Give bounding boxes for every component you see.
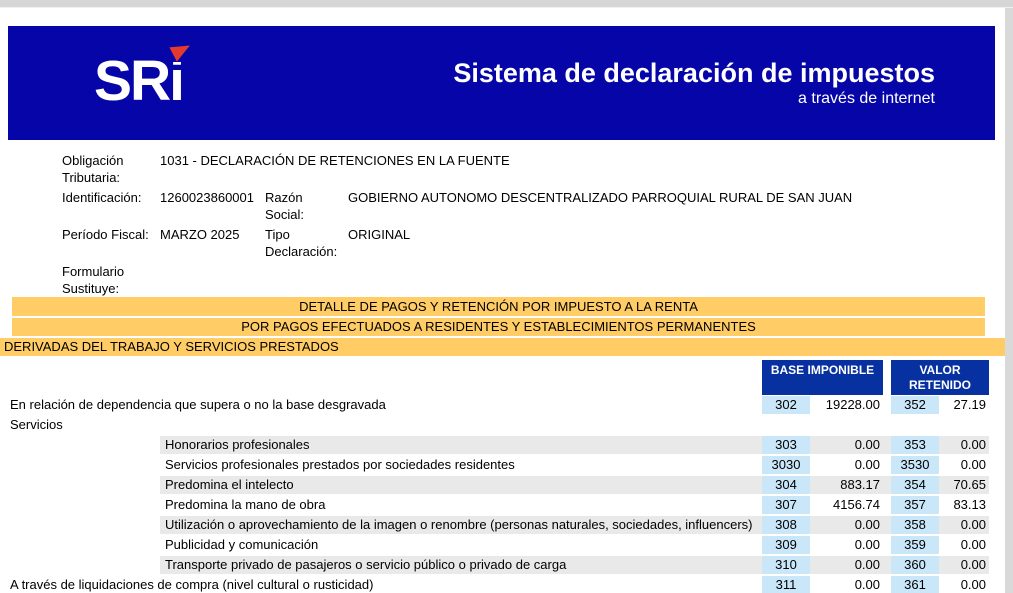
table-header-spacer xyxy=(0,360,762,395)
row-label: Transporte privado de pasajeros o servic… xyxy=(0,556,762,576)
retained-value-cell: 0.00 xyxy=(939,576,989,593)
field-value-periodo-fiscal: MARZO 2025 xyxy=(160,226,265,260)
base-code-cell: 309 xyxy=(762,536,810,556)
retained-code-cell: 358 xyxy=(891,516,939,536)
field-label-identificacion: Identificación: xyxy=(62,189,160,223)
retained-value-cell: 0.00 xyxy=(939,536,989,556)
base-value-cell: 0.00 xyxy=(810,516,883,536)
section-band-pagos-residentes: POR PAGOS EFECTUADOS A RESIDENTES Y ESTA… xyxy=(12,318,985,336)
table-body: En relación de dependencia que supera o … xyxy=(0,396,989,593)
table-row: Utilización o aprovechamiento de la imag… xyxy=(0,516,989,536)
base-code-cell xyxy=(762,416,810,436)
field-value-identificacion: 1260023860001 xyxy=(160,189,265,223)
row-label: Honorarios profesionales xyxy=(0,436,762,456)
sri-declaration-page: SRi Sistema de declaración de impuestos … xyxy=(0,0,1013,593)
column-gap xyxy=(883,476,891,496)
row-label: Publicidad y comunicación xyxy=(0,536,762,556)
column-header-valor-retenido: VALOR RETENIDO xyxy=(891,360,989,395)
base-code-cell: 304 xyxy=(762,476,810,496)
table-row: Servicios profesionales prestados por so… xyxy=(0,456,989,476)
table-row: Honorarios profesionales3030.003530.00 xyxy=(0,436,989,456)
retained-code-cell: 3530 xyxy=(891,456,939,476)
declaration-metadata: Obligación Tributaria: 1031 - DECLARACIÓ… xyxy=(62,152,973,297)
retained-code-cell xyxy=(891,416,939,436)
section-band-detalle-pagos: DETALLE DE PAGOS Y RETENCIÓN POR IMPUEST… xyxy=(12,297,985,316)
table-header: BASE IMPONIBLE VALOR RETENIDO xyxy=(0,360,989,395)
retained-value-cell: 70.65 xyxy=(939,476,989,496)
retained-code-cell: 354 xyxy=(891,476,939,496)
base-code-cell: 310 xyxy=(762,556,810,576)
base-code-cell: 307 xyxy=(762,496,810,516)
table-row: A través de liquidaciones de compra (niv… xyxy=(0,576,989,593)
base-code-cell: 311 xyxy=(762,576,810,593)
column-gap xyxy=(883,516,891,536)
base-value-cell: 883.17 xyxy=(810,476,883,496)
table-row: Transporte privado de pasajeros o servic… xyxy=(0,556,989,576)
base-value-cell: 0.00 xyxy=(810,556,883,576)
retained-code-cell: 353 xyxy=(891,436,939,456)
retained-value-cell: 0.00 xyxy=(939,516,989,536)
retained-value-cell: 27.19 xyxy=(939,396,989,416)
base-value-cell xyxy=(810,416,883,436)
column-gap xyxy=(883,496,891,516)
app-title: Sistema de declaración de impuestos xyxy=(453,56,935,90)
base-value-cell: 0.00 xyxy=(810,576,883,593)
base-value-cell: 19228.00 xyxy=(810,396,883,416)
section-band-derivadas-trabajo: DERIVADAS DEL TRABAJO Y SERVICIOS PRESTA… xyxy=(0,338,1005,356)
row-label: Servicios xyxy=(0,416,762,436)
field-label-tipo-declaracion: Tipo Declaración: xyxy=(265,226,348,260)
column-gap xyxy=(883,556,891,576)
base-code-cell: 308 xyxy=(762,516,810,536)
row-label: Predomina la mano de obra xyxy=(0,496,762,516)
field-label-obligacion: Obligación Tributaria: xyxy=(62,152,160,186)
app-title-block: Sistema de declaración de impuestos a tr… xyxy=(453,56,935,108)
column-gap xyxy=(883,456,891,476)
top-gutter xyxy=(0,0,1013,8)
sri-logo: SRi xyxy=(94,44,183,118)
retained-value-cell: 83.13 xyxy=(939,496,989,516)
field-label-formulario-sustituye: Formulario Sustituye: xyxy=(62,263,160,297)
retained-code-cell: 357 xyxy=(891,496,939,516)
app-banner: SRi Sistema de declaración de impuestos … xyxy=(8,26,995,140)
retained-code-cell: 352 xyxy=(891,396,939,416)
right-gutter xyxy=(1005,8,1013,593)
row-label: Utilización o aprovechamiento de la imag… xyxy=(0,516,762,536)
table-row: Servicios xyxy=(0,416,989,436)
base-value-cell: 0.00 xyxy=(810,456,883,476)
retained-code-cell: 361 xyxy=(891,576,939,593)
field-value-tipo-declaracion: ORIGINAL xyxy=(348,226,973,260)
base-code-cell: 303 xyxy=(762,436,810,456)
retained-value-cell xyxy=(939,416,989,436)
retained-value-cell: 0.00 xyxy=(939,456,989,476)
base-code-cell: 3030 xyxy=(762,456,810,476)
field-label-razon-social: Razón Social: xyxy=(265,189,348,223)
retained-code-cell: 359 xyxy=(891,536,939,556)
retained-code-cell: 360 xyxy=(891,556,939,576)
table-row: Publicidad y comunicación3090.003590.00 xyxy=(0,536,989,556)
column-gap xyxy=(883,536,891,556)
base-value-cell: 0.00 xyxy=(810,536,883,556)
base-value-cell: 0.00 xyxy=(810,436,883,456)
row-label: A través de liquidaciones de compra (niv… xyxy=(0,576,762,593)
column-gap xyxy=(883,576,891,593)
row-label: En relación de dependencia que supera o … xyxy=(0,396,762,416)
base-value-cell: 4156.74 xyxy=(810,496,883,516)
table-row: Predomina la mano de obra3074156.74 35783… xyxy=(0,496,989,516)
column-gap xyxy=(883,416,891,436)
row-label: Servicios profesionales prestados por so… xyxy=(0,456,762,476)
field-value-obligacion: 1031 - DECLARACIÓN DE RETENCIONES EN LA … xyxy=(160,152,973,186)
field-value-formulario-sustituye xyxy=(160,263,973,297)
field-value-razon-social: GOBIERNO AUTONOMO DESCENTRALIZADO PARROQ… xyxy=(348,189,973,223)
column-gap xyxy=(883,396,891,416)
table-row: Predomina el intelecto304883.17 35470.65 xyxy=(0,476,989,496)
column-header-base-imponible: BASE IMPONIBLE xyxy=(762,360,883,395)
column-gap xyxy=(883,436,891,456)
retained-value-cell: 0.00 xyxy=(939,556,989,576)
app-subtitle: a través de internet xyxy=(453,90,935,108)
retained-value-cell: 0.00 xyxy=(939,436,989,456)
table-row: En relación de dependencia que supera o … xyxy=(0,396,989,416)
base-code-cell: 302 xyxy=(762,396,810,416)
field-label-periodo-fiscal: Período Fiscal: xyxy=(62,226,160,260)
row-label: Predomina el intelecto xyxy=(0,476,762,496)
